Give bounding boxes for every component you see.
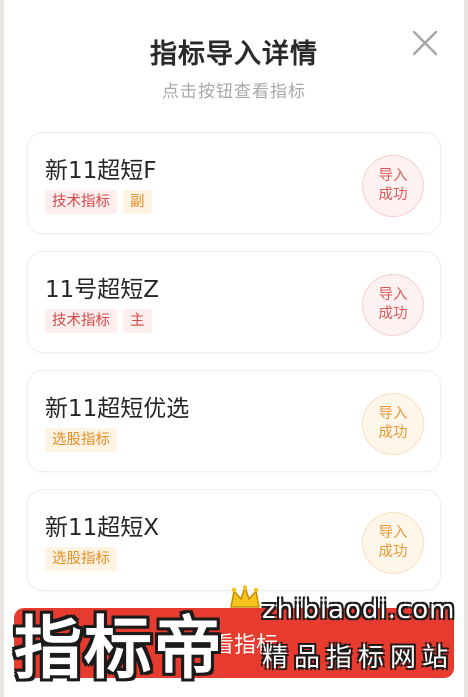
status-line-1: 导入 (378, 168, 408, 184)
tag-type: 选股指标 (45, 428, 117, 452)
indicator-card[interactable]: 新11超短优选 选股指标 导入 成功 (27, 370, 441, 472)
indicator-card[interactable]: 新11超短F 技术指标 副 导入 成功 (27, 132, 441, 234)
import-status-badge[interactable]: 导入 成功 (362, 274, 424, 336)
tag-position: 主 (123, 309, 152, 333)
import-detail-dialog: 指标导入详情 点击按钮查看指标 新11超短F 技术指标 副 导入 成功 11号超… (0, 0, 468, 697)
page-subtitle: 点击按钮查看指标 (162, 82, 306, 102)
import-status-badge[interactable]: 导入 成功 (362, 512, 424, 574)
indicator-tags: 技术指标 主 (45, 309, 152, 333)
status-line-2: 成功 (378, 187, 408, 203)
indicator-tags: 选股指标 (45, 547, 117, 571)
status-line-1: 导入 (378, 287, 408, 303)
tag-type: 技术指标 (45, 309, 117, 333)
status-line-1: 导入 (378, 406, 408, 422)
import-status-badge[interactable]: 导入 成功 (362, 393, 424, 455)
status-line-1: 导入 (378, 525, 408, 541)
indicator-name: 新11超短优选 (45, 396, 190, 422)
tag-type: 技术指标 (45, 190, 117, 214)
button-label: 查看指标 (189, 633, 278, 658)
indicator-tags: 选股指标 (45, 428, 117, 452)
indicator-tags: 技术指标 副 (45, 190, 152, 214)
tag-position: 副 (123, 190, 152, 214)
indicator-name: 11号超短Z (45, 277, 160, 303)
indicator-card[interactable]: 新11超短X 选股指标 导入 成功 (27, 489, 441, 591)
close-icon[interactable] (408, 26, 442, 60)
indicator-name: 新11超短F (45, 158, 157, 184)
tag-type: 选股指标 (45, 547, 117, 571)
page-title: 指标导入详情 (150, 39, 318, 70)
indicator-card[interactable]: 11号超短Z 技术指标 主 导入 成功 (27, 251, 441, 353)
view-indicators-button[interactable]: 查看指标 (14, 608, 454, 678)
indicator-name: 新11超短X (45, 515, 160, 541)
status-line-2: 成功 (378, 425, 408, 441)
import-status-badge[interactable]: 导入 成功 (362, 155, 424, 217)
dialog-header: 指标导入详情 点击按钮查看指标 (0, 0, 468, 118)
status-line-2: 成功 (378, 306, 408, 322)
status-line-2: 成功 (378, 544, 408, 560)
